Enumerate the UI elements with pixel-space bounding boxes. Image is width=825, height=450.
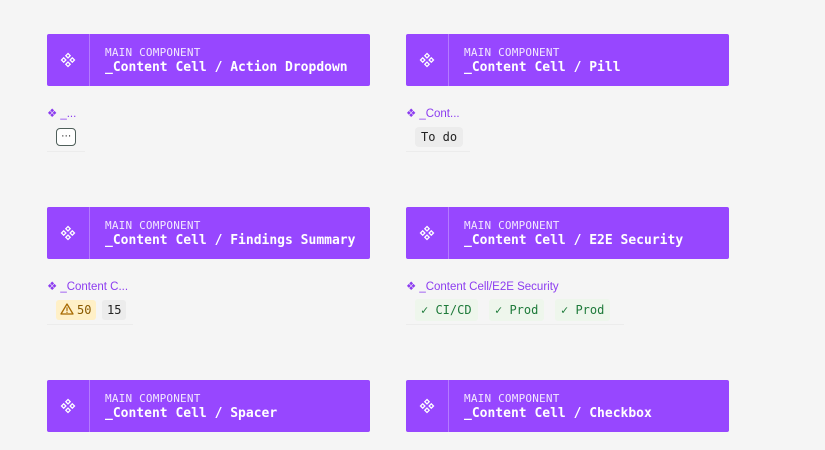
component-diamond-icon: [47, 34, 90, 86]
banner-title: _Content Cell / Pill: [464, 60, 621, 75]
findings-count-badge: 15: [102, 300, 127, 320]
component-instance-icon: ❖: [47, 281, 58, 293]
main-component-banner-findings-summary[interactable]: MAIN COMPONENT _Content Cell / Findings …: [47, 207, 370, 259]
banner-kicker: MAIN COMPONENT: [464, 219, 560, 232]
main-component-banner-e2e-security[interactable]: MAIN COMPONENT _Content Cell / E2E Secur…: [406, 207, 729, 259]
instance-label-text: _...: [60, 108, 77, 120]
banner-kicker: MAIN COMPONENT: [464, 392, 560, 405]
banner-kicker: MAIN COMPONENT: [105, 46, 201, 59]
instance-label-text: _Content Cell/E2E Security: [419, 281, 559, 293]
e2e-badge-prod: ✓ Prod: [555, 299, 611, 321]
component-instance-icon: ❖: [406, 281, 417, 293]
findings-summary-instance: 50 15: [47, 297, 133, 325]
component-diamond-icon: [47, 380, 90, 432]
instance-label-pill[interactable]: ❖ _Cont...: [406, 107, 460, 121]
main-component-banner-pill[interactable]: MAIN COMPONENT _Content Cell / Pill: [406, 34, 729, 86]
banner-title: _Content Cell / Checkbox: [464, 406, 652, 421]
instance-label-action-dropdown[interactable]: ❖ _...: [47, 107, 76, 121]
banner-title: _Content Cell / Action Dropdown: [105, 60, 348, 75]
banner-title: _Content Cell / Spacer: [105, 406, 278, 421]
instance-label-findings-summary[interactable]: ❖ _Content C...: [47, 280, 128, 294]
instance-label-e2e-security[interactable]: ❖ _Content Cell/E2E Security: [406, 280, 559, 294]
component-diamond-icon: [406, 207, 449, 259]
component-diamond-icon: [406, 34, 449, 86]
instance-label-text: _Cont...: [419, 108, 460, 120]
more-actions-button[interactable]: ⋯: [56, 128, 76, 146]
banner-kicker: MAIN COMPONENT: [105, 219, 201, 232]
component-diamond-icon: [47, 207, 90, 259]
component-instance-icon: ❖: [406, 108, 417, 120]
main-component-banner-checkbox[interactable]: MAIN COMPONENT _Content Cell / Checkbox: [406, 380, 729, 432]
e2e-security-instance: ✓ CI/CD ✓ Prod ✓ Prod: [406, 297, 624, 325]
banner-kicker: MAIN COMPONENT: [464, 46, 560, 59]
e2e-badge-ci-cd: ✓ CI/CD: [415, 299, 478, 321]
banner-title: _Content Cell / Findings Summary: [105, 233, 356, 248]
status-pill: To do: [415, 127, 464, 147]
component-instance-icon: ❖: [47, 108, 58, 120]
main-component-banner-action-dropdown[interactable]: MAIN COMPONENT _Content Cell / Action Dr…: [47, 34, 370, 86]
banner-title: _Content Cell / E2E Security: [464, 233, 684, 248]
warning-count: 50: [77, 303, 92, 317]
component-diamond-icon: [406, 380, 449, 432]
warning-triangle-icon: [60, 302, 74, 318]
action-dropdown-instance: ⋯: [47, 124, 85, 152]
warning-count-badge: 50: [56, 300, 97, 320]
main-component-banner-spacer[interactable]: MAIN COMPONENT _Content Cell / Spacer: [47, 380, 370, 432]
pill-instance: To do: [406, 124, 470, 152]
e2e-badge-prod: ✓ Prod: [489, 299, 545, 321]
instance-label-text: _Content C...: [60, 281, 129, 293]
banner-kicker: MAIN COMPONENT: [105, 392, 201, 405]
